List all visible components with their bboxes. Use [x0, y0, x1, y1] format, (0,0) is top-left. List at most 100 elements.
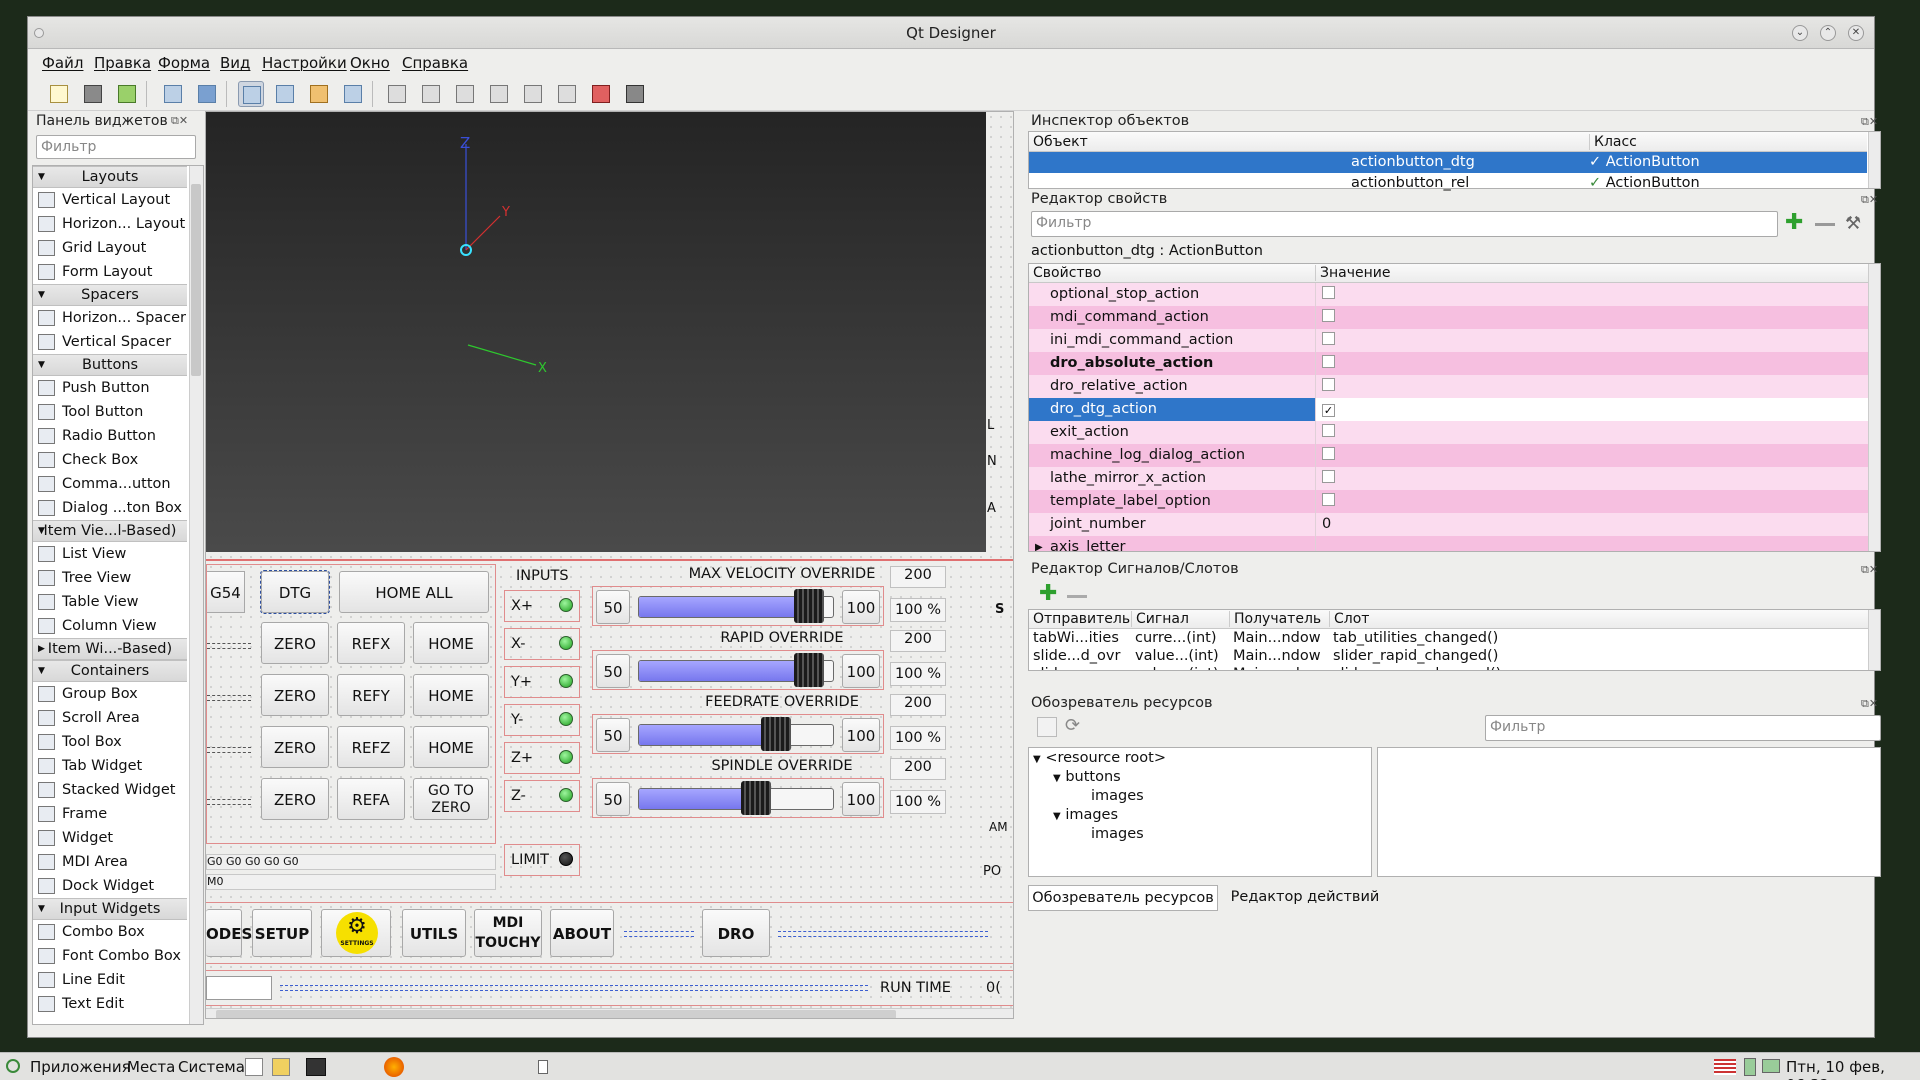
tab-utils[interactable]: UTILS: [402, 909, 466, 957]
override-min-button[interactable]: 50: [596, 654, 630, 688]
widget-item-tab-widget[interactable]: Tab Widget: [33, 754, 187, 778]
terminal-icon[interactable]: [306, 1058, 326, 1076]
home-z-button[interactable]: HOME: [413, 726, 489, 768]
widget-box-scrollbar[interactable]: [189, 166, 203, 1024]
maximize-icon[interactable]: ⌃: [1820, 25, 1836, 41]
signal-editor-dock-icons[interactable]: ⧉✕: [1861, 563, 1878, 577]
widget-item-dialog-ton-box[interactable]: Dialog ...ton Box: [33, 496, 187, 520]
paste-icon[interactable]: [194, 81, 220, 107]
widget-item-push-button[interactable]: Push Button: [33, 376, 187, 400]
tab-mdi-touchy[interactable]: MDI TOUCHY: [474, 909, 542, 957]
tab-setup[interactable]: SETUP: [252, 909, 312, 957]
add-connection-icon[interactable]: ✚: [1039, 581, 1057, 606]
property-row-optional-stop-action[interactable]: optional_stop_action: [1029, 283, 1868, 306]
override-max-button[interactable]: 100: [842, 590, 880, 624]
widget-item-tree-view[interactable]: Tree View: [33, 566, 187, 590]
widget-category-6[interactable]: ▼ Input Widgets: [33, 898, 187, 920]
menu-window[interactable]: Окно: [350, 54, 390, 72]
zero-y-button[interactable]: ZERO: [261, 674, 329, 716]
tree-buttons-images[interactable]: images: [1091, 788, 1144, 804]
property-checkbox[interactable]: [1322, 470, 1335, 483]
widget-item-font-combo-box[interactable]: Font Combo Box: [33, 944, 187, 968]
widget-item-comma-utton[interactable]: Comma...utton: [33, 472, 187, 496]
property-checkbox[interactable]: [1322, 378, 1335, 391]
layout-form-icon[interactable]: [554, 81, 580, 107]
tree-buttons[interactable]: buttons: [1065, 769, 1120, 785]
widget-item-stacked-widget[interactable]: Stacked Widget: [33, 778, 187, 802]
widget-item-vertical-layout[interactable]: Vertical Layout: [33, 188, 187, 212]
property-checkbox[interactable]: [1322, 286, 1335, 299]
close-icon[interactable]: ✕: [1848, 25, 1864, 41]
property-filter-input[interactable]: Фильтр: [1031, 211, 1778, 237]
taskbar-applications[interactable]: Приложения: [30, 1058, 131, 1076]
battery-icon[interactable]: [1744, 1058, 1756, 1076]
property-scrollbar[interactable]: [1868, 264, 1880, 551]
property-row-ini-mdi-command-action[interactable]: ini_mdi_command_action: [1029, 329, 1868, 352]
menu-file[interactable]: Файл: [42, 54, 83, 72]
object-inspector-scrollbar[interactable]: [1868, 132, 1880, 188]
refx-button[interactable]: REFX: [337, 622, 405, 664]
override-slider[interactable]: [638, 788, 834, 810]
remove-connection-icon[interactable]: [1067, 595, 1087, 598]
property-editor-dock-icons[interactable]: ⧉✕: [1861, 193, 1878, 207]
show-desktop-icon[interactable]: [538, 1060, 548, 1074]
widget-item-horizon-spacer[interactable]: Horizon... Spacer: [33, 306, 187, 330]
break-layout-icon[interactable]: [588, 81, 614, 107]
widget-item-grid-layout[interactable]: Grid Layout: [33, 236, 187, 260]
property-checkbox[interactable]: [1322, 332, 1335, 345]
tree-images-images[interactable]: images: [1091, 826, 1144, 842]
tree-images[interactable]: images: [1065, 807, 1118, 823]
firefox-icon[interactable]: [384, 1057, 404, 1077]
text-editor-icon[interactable]: [245, 1058, 263, 1076]
reload-icon[interactable]: ⟳: [1065, 715, 1080, 736]
menu-edit[interactable]: Правка: [94, 54, 151, 72]
widget-item-horizon-layout[interactable]: Horizon... Layout: [33, 212, 187, 236]
widget-item-tool-button[interactable]: Tool Button: [33, 400, 187, 424]
override-max-button[interactable]: 100: [842, 654, 880, 688]
open-file-icon[interactable]: [80, 81, 106, 107]
settings-app-icon[interactable]: [272, 1058, 290, 1076]
layout-horizontal-icon[interactable]: [384, 81, 410, 107]
widget-item-widget[interactable]: Widget: [33, 826, 187, 850]
remove-property-icon[interactable]: [1815, 223, 1835, 226]
tab-settings[interactable]: ⚙ SETTINGS: [321, 909, 391, 957]
menu-view[interactable]: Вид: [220, 54, 250, 72]
zero-z-button[interactable]: ZERO: [261, 726, 329, 768]
property-row-lathe-mirror-x-action[interactable]: lathe_mirror_x_action: [1029, 467, 1868, 490]
home-y-button[interactable]: HOME: [413, 674, 489, 716]
connection-row[interactable]: slide...v_ovrvalue...(int)Main...ndowsli…: [1029, 665, 1867, 670]
widget-item-group-box[interactable]: Group Box: [33, 682, 187, 706]
minimize-icon[interactable]: ⌄: [1792, 25, 1808, 41]
save-file-icon[interactable]: [114, 81, 140, 107]
widget-item-scroll-area[interactable]: Scroll Area: [33, 706, 187, 730]
property-checkbox[interactable]: [1322, 309, 1335, 322]
slider-handle[interactable]: [760, 717, 791, 751]
status-input[interactable]: [206, 976, 272, 1000]
edit-signals-icon[interactable]: [272, 81, 298, 107]
taskbar-system[interactable]: Система: [178, 1058, 245, 1076]
menu-settings[interactable]: Настройки: [262, 54, 347, 72]
widget-item-combo-box[interactable]: Combo Box: [33, 920, 187, 944]
layout-h-splitter-icon[interactable]: [452, 81, 478, 107]
widget-item-form-layout[interactable]: Form Layout: [33, 260, 187, 284]
property-row-exit-action[interactable]: exit_action: [1029, 421, 1868, 444]
connection-row[interactable]: slide...d_ovr value...(int) Main...ndow sli…: [1029, 647, 1867, 665]
home-all-button[interactable]: HOME ALL: [339, 571, 489, 613]
widget-item-column-view[interactable]: Column View: [33, 614, 187, 638]
widget-item-vertical-spacer[interactable]: Vertical Spacer: [33, 330, 187, 354]
property-row-machine-log-dialog-action[interactable]: machine_log_dialog_action: [1029, 444, 1868, 467]
property-checkbox[interactable]: [1322, 355, 1335, 368]
widget-category-5[interactable]: ▼ Containers: [33, 660, 187, 682]
tree-root[interactable]: <resource root>: [1045, 750, 1166, 766]
override-slider[interactable]: [638, 724, 834, 746]
widget-item-list-view[interactable]: List View: [33, 542, 187, 566]
widget-item-table-view[interactable]: Table View: [33, 590, 187, 614]
zero-a-button[interactable]: ZERO: [261, 778, 329, 820]
object-row-dtg[interactable]: actionbutton_dtg ✓ ActionButton: [1029, 152, 1867, 173]
widget-item-mdi-area[interactable]: MDI Area: [33, 850, 187, 874]
adjust-size-icon[interactable]: [622, 81, 648, 107]
signal-scrollbar[interactable]: [1868, 610, 1880, 670]
refa-button[interactable]: REFA: [337, 778, 405, 820]
configure-icon[interactable]: ⚒: [1845, 213, 1861, 234]
slider-handle[interactable]: [794, 653, 825, 687]
